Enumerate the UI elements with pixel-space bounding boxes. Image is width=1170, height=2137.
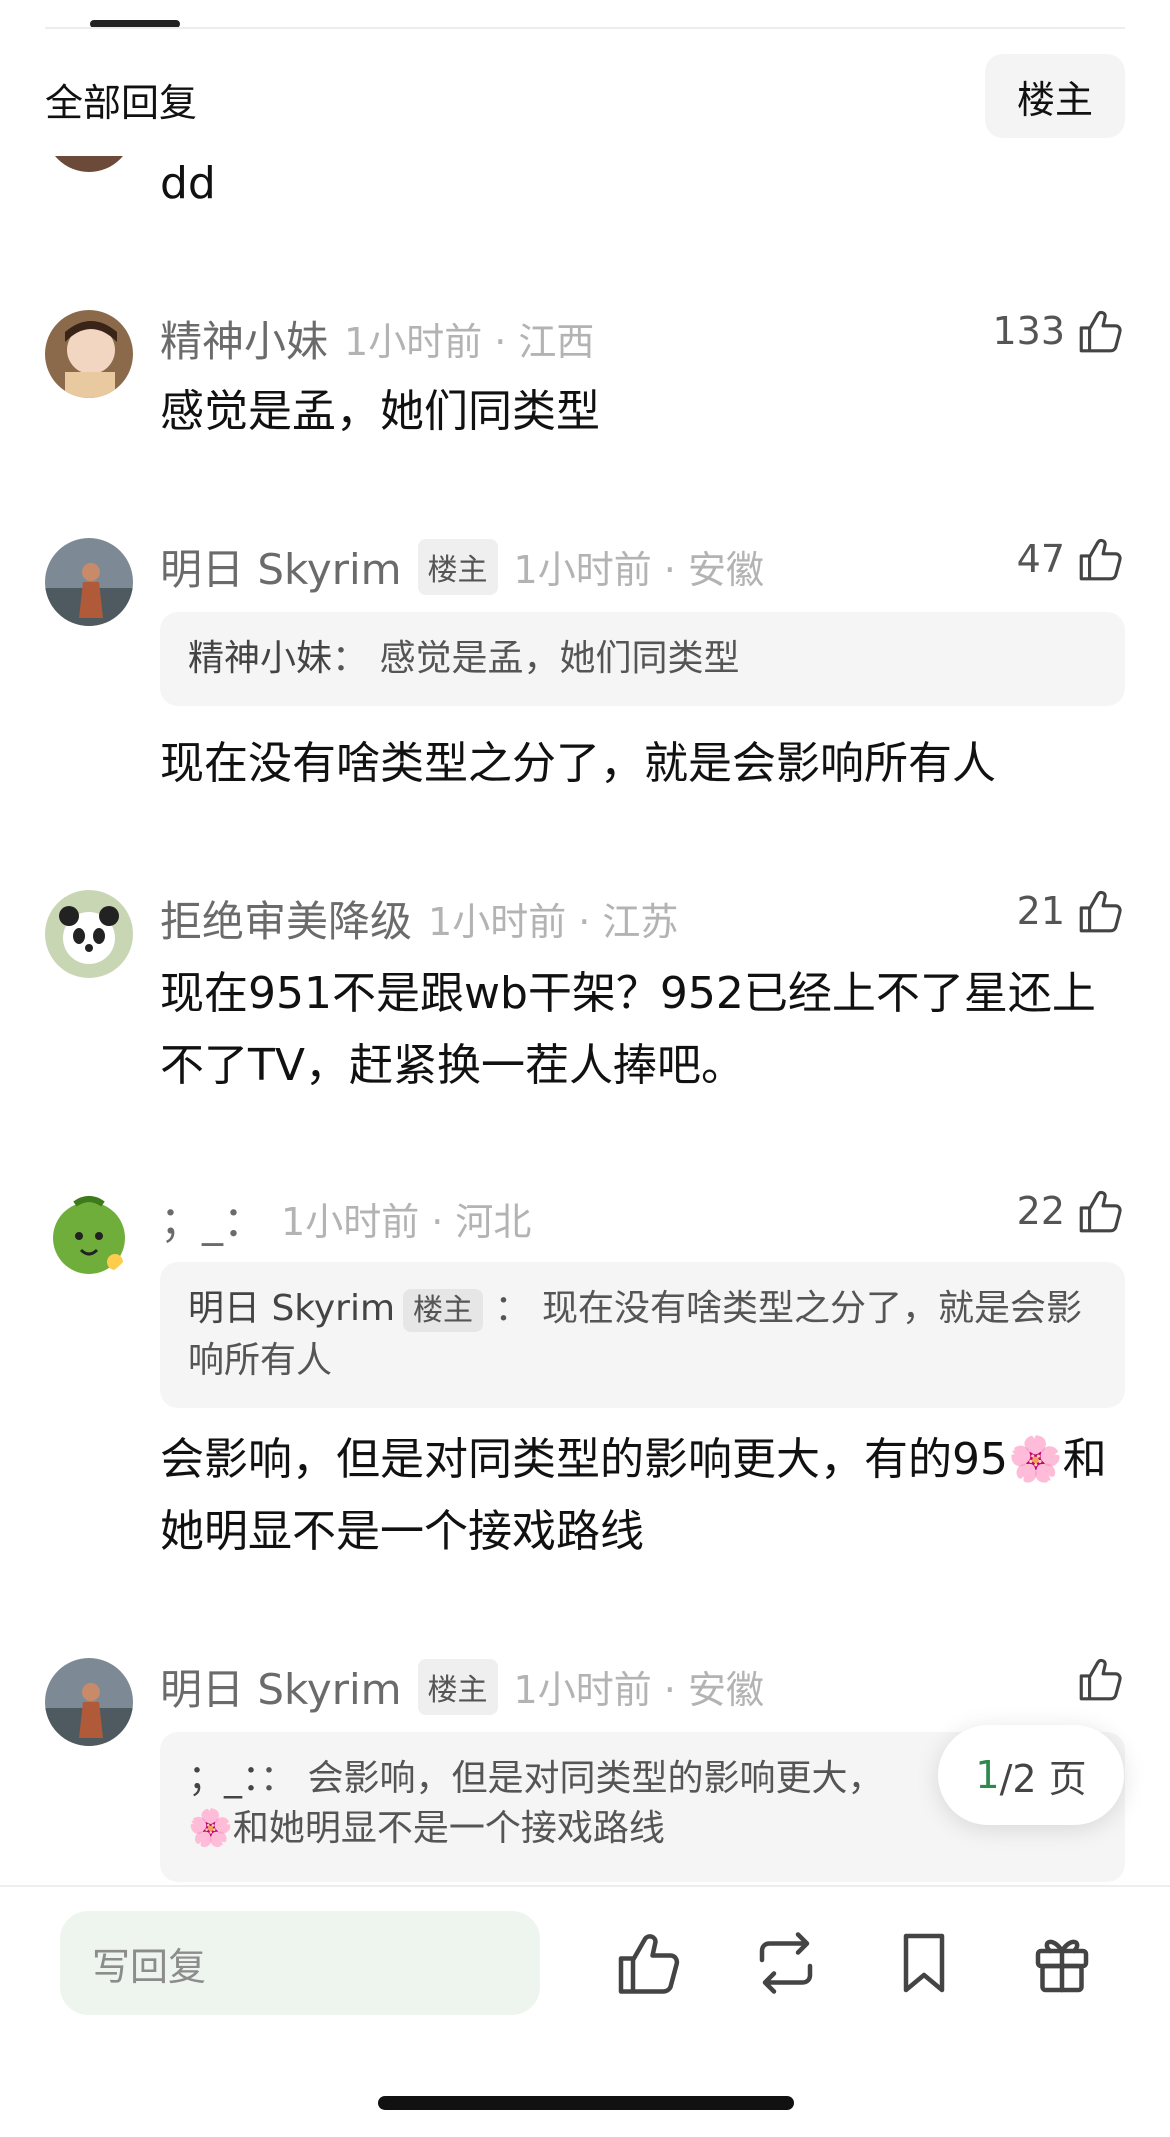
quote-separator: ：: [494, 1288, 531, 1329]
quote-separator: ：: [260, 1758, 297, 1799]
replies-header: 全部回复 楼主: [0, 50, 1170, 140]
owner-badge: 楼主: [417, 1658, 498, 1715]
time-location: 1小时前 · 安徽: [513, 548, 764, 592]
owner-badge: 楼主: [403, 1289, 484, 1332]
thumb-up-icon: [1075, 306, 1125, 356]
quoted-text: 会影响，但是对同类型的影响更大，: [307, 1758, 884, 1799]
like-button[interactable]: 21: [1017, 886, 1125, 936]
comment-text: 现在951不是跟wb干架？952已经上不了星还上不了TV，赶紧换一茬人捧吧。: [160, 968, 1096, 1091]
owner-badge: 楼主: [417, 538, 498, 595]
avatar[interactable]: [45, 890, 133, 978]
quote-separator: ：: [332, 638, 369, 679]
thumb-up-icon: [1075, 886, 1125, 936]
time-location: 1小时前 · 河北: [281, 1200, 532, 1244]
thumb-up-icon: [1075, 534, 1125, 584]
total-pages: /2 页: [999, 1756, 1087, 1801]
quoted-reply[interactable]: 精神小妹： 感觉是孟，她们同类型: [160, 612, 1125, 706]
like-count: 22: [1016, 1189, 1065, 1233]
reply-input[interactable]: 写回复: [60, 1911, 540, 2015]
comment-text: dd: [160, 158, 216, 209]
username[interactable]: 精神小妹: [160, 308, 328, 369]
quoted-author: ；_：: [188, 1758, 261, 1799]
comment-text-part: 会影响，但是对同类型的影响更大，有的95: [160, 1434, 1008, 1485]
username[interactable]: 明日 Skyrim: [160, 536, 402, 597]
username[interactable]: 拒绝审美降级: [160, 888, 412, 949]
avatar[interactable]: [45, 1658, 133, 1746]
like-count: 133: [992, 309, 1065, 353]
like-button[interactable]: 22: [1017, 1186, 1125, 1236]
comment-text: 现在没有啥类型之分了，就是会影响所有人: [160, 738, 996, 789]
time-location: 1小时前 · 安徽: [513, 1668, 764, 1712]
thumb-up-icon: [1075, 1186, 1125, 1236]
quoted-text: 感觉是孟，她们同类型: [379, 638, 740, 679]
avatar[interactable]: [45, 1190, 133, 1278]
avatar[interactable]: [45, 310, 133, 398]
gift-icon[interactable]: [1026, 1927, 1098, 1999]
time-location: 1小时前 · 江西: [344, 320, 595, 364]
like-button[interactable]: 47: [1017, 534, 1125, 584]
like-button[interactable]: [1065, 1654, 1125, 1704]
cherry-blossom-emoji: 🌸: [188, 1808, 233, 1849]
current-page: 1: [975, 1753, 1000, 1797]
quoted-author: 精神小妹: [188, 638, 333, 679]
quoted-reply[interactable]: 明日 Skyrim 楼主 ： 现在没有啥类型之分了，就是会影响所有人: [160, 1262, 1125, 1408]
all-replies-title: 全部回复: [45, 81, 198, 125]
thumb-up-icon: [1075, 1654, 1125, 1704]
quoted-author: 明日 Skyrim: [188, 1288, 396, 1329]
like-button[interactable]: 133: [992, 306, 1125, 356]
like-count: 21: [1016, 889, 1065, 933]
repost-icon[interactable]: [750, 1927, 822, 1999]
avatar[interactable]: [45, 538, 133, 626]
comment-text: 会影响，但是对同类型的影响更大，有的95🌸和她明显不是一个接戏路线: [160, 1424, 1125, 1568]
home-indicator: [378, 2096, 794, 2110]
cherry-blossom-emoji: 🌸: [1008, 1434, 1063, 1485]
time-location: 1小时前 · 江苏: [428, 900, 679, 944]
comment-text: 感觉是孟，她们同类型: [160, 386, 600, 437]
username[interactable]: 明日 Skyrim: [160, 1656, 402, 1717]
bookmark-icon[interactable]: [888, 1927, 960, 1999]
owner-only-filter-button[interactable]: 楼主: [985, 54, 1125, 138]
thumb-up-icon[interactable]: [612, 1927, 684, 1999]
username[interactable]: ；_：: [160, 1188, 265, 1249]
top-divider: [45, 27, 1125, 29]
page-indicator[interactable]: 1/2 页: [938, 1725, 1124, 1825]
like-count: 47: [1016, 537, 1065, 581]
quoted-text: 和她明显不是一个接戏路线: [232, 1808, 665, 1849]
